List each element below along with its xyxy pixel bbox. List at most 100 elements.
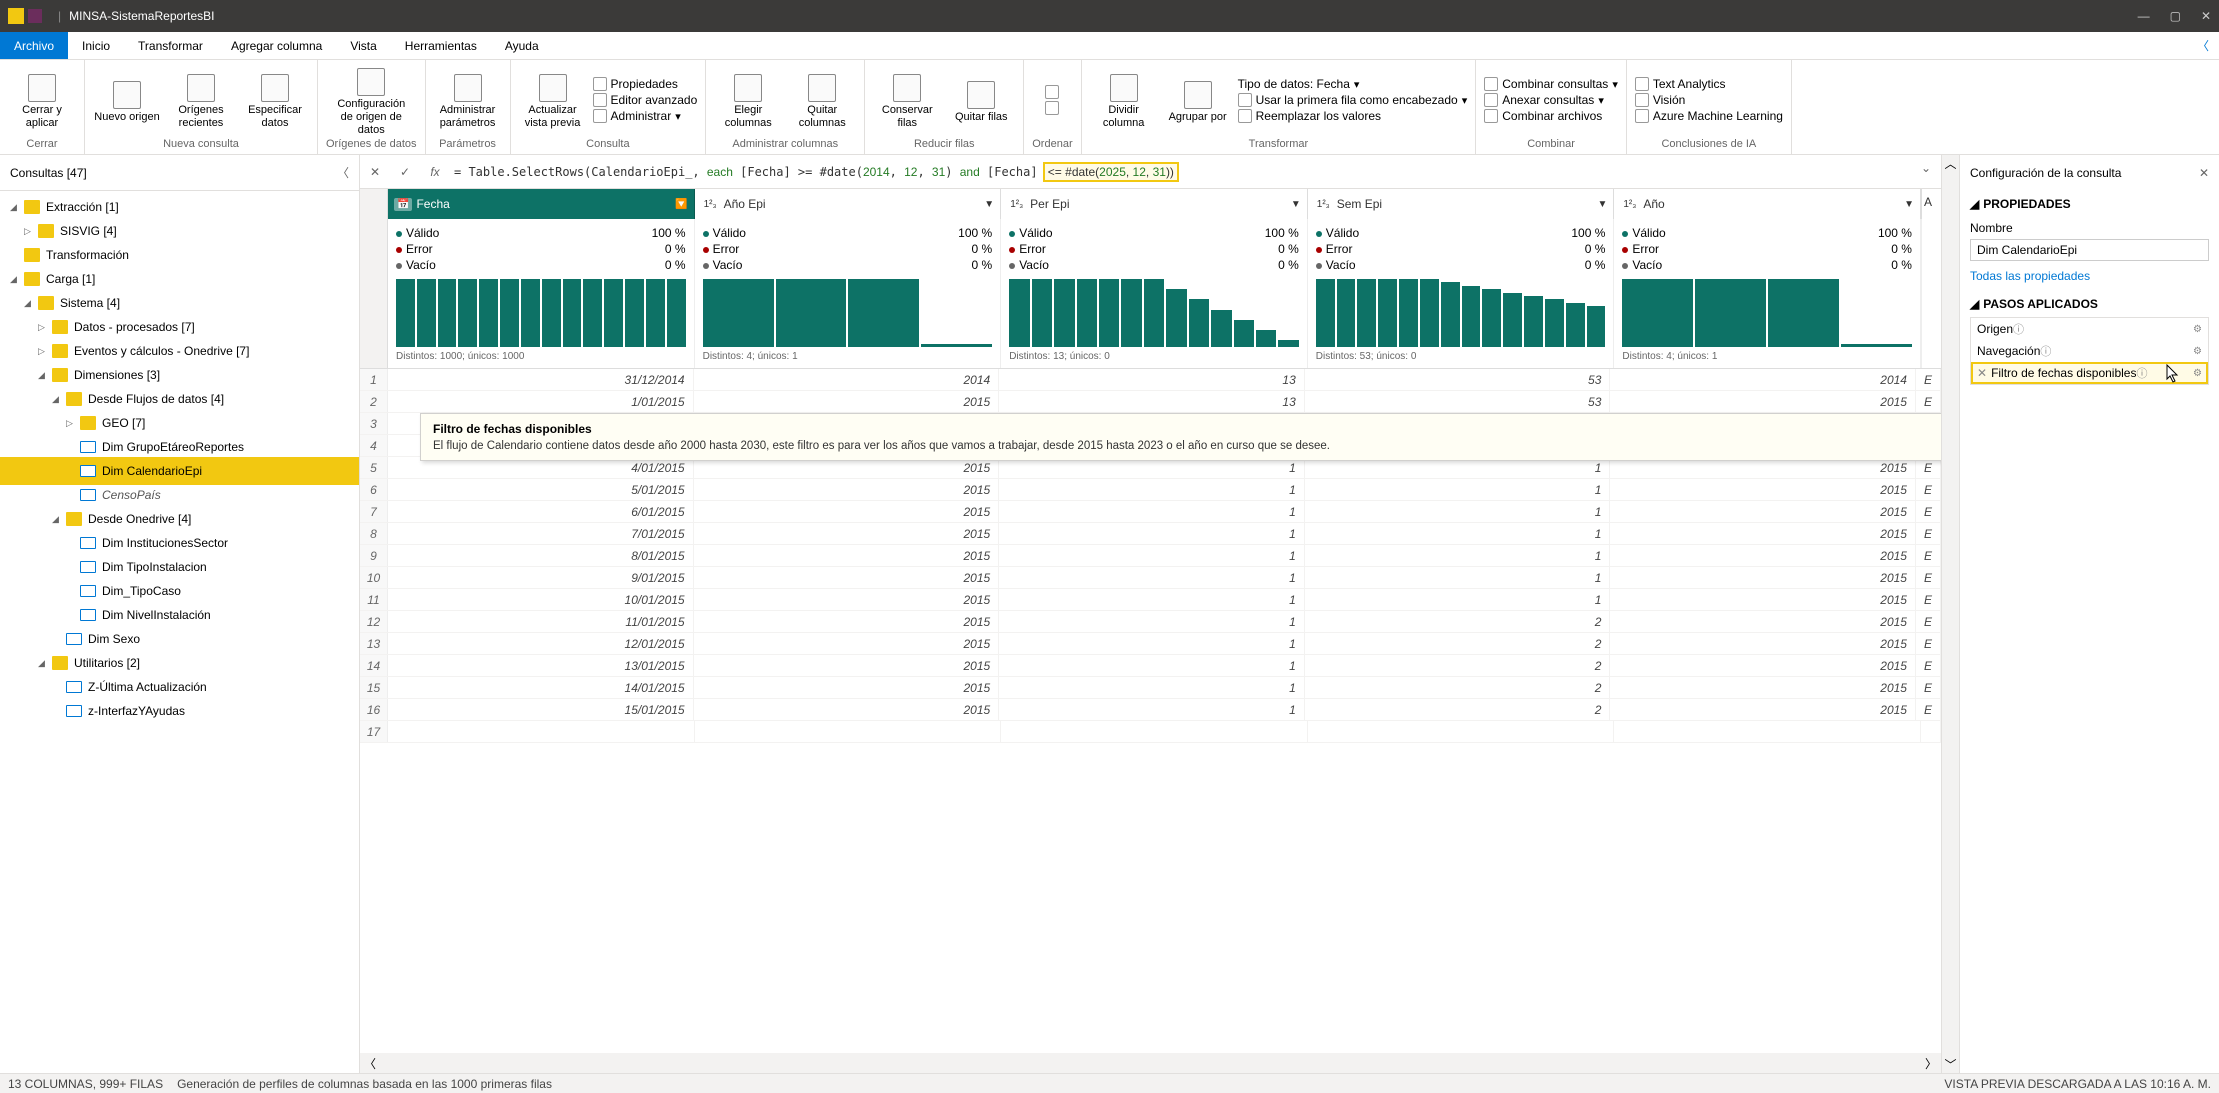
cell-sem[interactable]: 53: [1305, 369, 1611, 390]
maximize-button[interactable]: ▢: [2170, 9, 2181, 23]
cell-sem[interactable]: 1: [1305, 479, 1611, 500]
cell-per[interactable]: 1: [999, 545, 1305, 566]
cell-anoepi[interactable]: 2015: [694, 391, 1000, 412]
info-icon[interactable]: ⓘ: [2013, 321, 2024, 337]
folder-sisvig[interactable]: ▷SISVIG [4]: [0, 219, 359, 243]
cancel-formula-button[interactable]: ✕: [360, 165, 390, 179]
cell-next[interactable]: E: [1916, 633, 1941, 654]
combine-files-button[interactable]: Combinar archivos: [1484, 109, 1618, 123]
cell-sem[interactable]: 1: [1305, 567, 1611, 588]
tab-archivo[interactable]: Archivo: [0, 32, 68, 59]
cell-fecha[interactable]: 13/01/2015: [388, 655, 694, 676]
all-properties-link[interactable]: Todas las propiedades: [1970, 269, 2209, 283]
row-number[interactable]: 14: [360, 655, 388, 676]
table-row[interactable]: 10 9/01/2015 2015 1 1 2015 E: [360, 567, 1941, 589]
table-row[interactable]: 1 31/12/2014 2014 13 53 2014 E: [360, 369, 1941, 391]
data-source-settings-button[interactable]: Configuración de origen de datos: [337, 64, 405, 137]
table-row[interactable]: 7 6/01/2015 2015 1 1 2015 E: [360, 501, 1941, 523]
scroll-right-button[interactable]: 〉: [1925, 1055, 1937, 1072]
column-profile[interactable]: Válido100 % Error0 % Vacío0 % Distintos:…: [1001, 219, 1308, 368]
cell-ano[interactable]: [1614, 721, 1921, 742]
cell-anoepi[interactable]: 2015: [694, 611, 1000, 632]
row-number[interactable]: 9: [360, 545, 388, 566]
gear-icon[interactable]: ⚙: [2193, 324, 2202, 335]
cell-per[interactable]: [1001, 721, 1308, 742]
properties-section[interactable]: ◢PROPIEDADES: [1970, 197, 2209, 211]
cell-anoepi[interactable]: [695, 721, 1002, 742]
append-queries-button[interactable]: Anexar consultas ▾: [1484, 93, 1618, 107]
tab-agregar-columna[interactable]: Agregar columna: [217, 32, 336, 59]
step-navegacion[interactable]: Navegaciónⓘ⚙: [1971, 340, 2208, 362]
delete-step-icon[interactable]: ✕: [1977, 366, 1987, 380]
cell-anoepi[interactable]: 2015: [694, 567, 1000, 588]
scroll-left-button[interactable]: 〈: [364, 1055, 376, 1072]
cell-ano[interactable]: 2015: [1610, 655, 1916, 676]
col-next[interactable]: A: [1921, 189, 1941, 219]
scroll-up-button[interactable]: ︿: [1944, 155, 1956, 172]
cell-fecha[interactable]: 9/01/2015: [388, 567, 694, 588]
cell-anoepi[interactable]: 2015: [694, 655, 1000, 676]
cell-next[interactable]: E: [1916, 611, 1941, 632]
cell-next[interactable]: E: [1916, 699, 1941, 720]
properties-button[interactable]: Propiedades: [593, 77, 698, 91]
steps-section[interactable]: ◢PASOS APLICADOS: [1970, 297, 2209, 311]
cell-anoepi[interactable]: 2015: [694, 677, 1000, 698]
row-number[interactable]: 2: [360, 391, 388, 412]
row-number[interactable]: 3: [360, 413, 388, 434]
queries-collapse-button[interactable]: 〈: [337, 164, 349, 181]
cell-per[interactable]: 1: [999, 677, 1305, 698]
group-by-button[interactable]: Agrupar por: [1164, 77, 1232, 124]
recent-sources-button[interactable]: Orígenes recientes: [167, 70, 235, 130]
advanced-editor-button[interactable]: Editor avanzado: [593, 93, 698, 107]
folder-transformacion[interactable]: Transformación: [0, 243, 359, 267]
remove-columns-button[interactable]: Quitar columnas: [788, 70, 856, 130]
cell-next[interactable]: E: [1916, 677, 1941, 698]
row-number[interactable]: 15: [360, 677, 388, 698]
formula-expand-button[interactable]: ⌄: [1911, 161, 1941, 183]
cell-sem[interactable]: 2: [1305, 655, 1611, 676]
table-row[interactable]: 9 8/01/2015 2015 1 1 2015 E: [360, 545, 1941, 567]
remove-rows-button[interactable]: Quitar filas: [947, 77, 1015, 124]
cell-per[interactable]: 1: [999, 501, 1305, 522]
tab-ayuda[interactable]: Ayuda: [491, 32, 553, 59]
table-row[interactable]: 6 5/01/2015 2015 1 1 2015 E: [360, 479, 1941, 501]
cell-ano[interactable]: 2015: [1610, 501, 1916, 522]
row-number[interactable]: 10: [360, 567, 388, 588]
query-nivel-instalacion[interactable]: Dim NivelInstalación: [0, 603, 359, 627]
filter-button[interactable]: ▼: [1904, 199, 1914, 210]
enter-data-button[interactable]: Especificar datos: [241, 70, 309, 130]
col-per-epi[interactable]: 1²₃Per Epi▼: [1001, 189, 1308, 219]
cell-next[interactable]: E: [1916, 501, 1941, 522]
row-number[interactable]: 7: [360, 501, 388, 522]
cell-fecha[interactable]: 12/01/2015: [388, 633, 694, 654]
vision-button[interactable]: Visión: [1635, 93, 1783, 107]
cell-anoepi[interactable]: 2015: [694, 479, 1000, 500]
cell-sem[interactable]: 1: [1305, 523, 1611, 544]
cell-per[interactable]: 13: [999, 391, 1305, 412]
query-tipo-instalacion[interactable]: Dim TipoInstalacion: [0, 555, 359, 579]
filter-button[interactable]: ▼: [1291, 199, 1301, 210]
folder-onedrive[interactable]: ◢Desde Onedrive [4]: [0, 507, 359, 531]
text-analytics-button[interactable]: Text Analytics: [1635, 77, 1783, 91]
gear-icon[interactable]: ⚙: [2193, 346, 2202, 357]
int-type-icon[interactable]: 1²₃: [1007, 198, 1026, 211]
cell-fecha[interactable]: 11/01/2015: [388, 611, 694, 632]
cell-ano[interactable]: 2015: [1610, 677, 1916, 698]
cell-next[interactable]: E: [1916, 369, 1941, 390]
row-number[interactable]: 1: [360, 369, 388, 390]
cell-sem[interactable]: 1: [1305, 545, 1611, 566]
refresh-preview-button[interactable]: Actualizar vista previa: [519, 70, 587, 130]
cell-ano[interactable]: 2014: [1610, 369, 1916, 390]
cell-ano[interactable]: 2015: [1610, 699, 1916, 720]
table-row[interactable]: 12 11/01/2015 2015 1 2 2015 E: [360, 611, 1941, 633]
cell-per[interactable]: 1: [999, 611, 1305, 632]
accept-formula-button[interactable]: ✓: [390, 165, 420, 179]
cell-next[interactable]: E: [1916, 391, 1941, 412]
cell-next[interactable]: E: [1916, 523, 1941, 544]
replace-values-button[interactable]: Reemplazar los valores: [1238, 109, 1468, 123]
cell-sem[interactable]: 1: [1305, 589, 1611, 610]
cell-sem[interactable]: 53: [1305, 391, 1611, 412]
folder-utilitarios[interactable]: ◢Utilitarios [2]: [0, 651, 359, 675]
date-type-icon[interactable]: 📅: [394, 198, 412, 211]
cell-sem[interactable]: 2: [1305, 699, 1611, 720]
